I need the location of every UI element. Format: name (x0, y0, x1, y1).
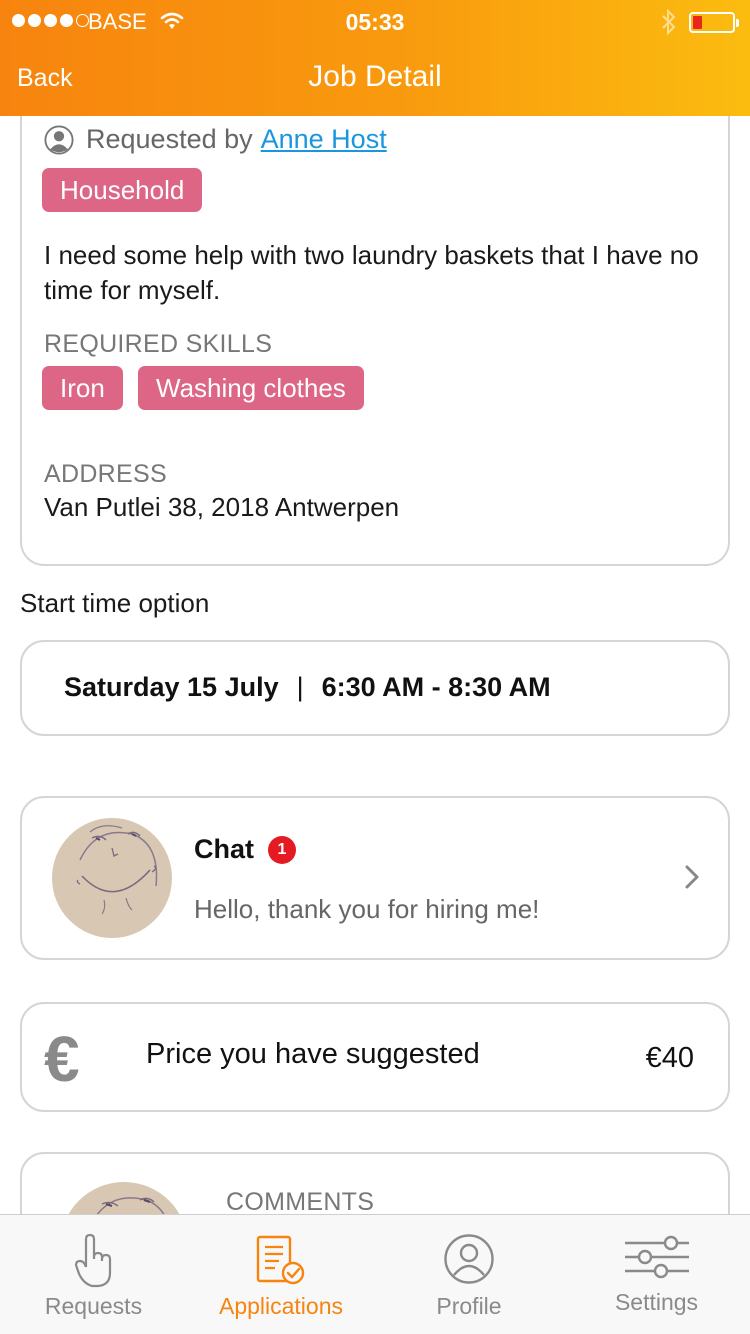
status-bar: BASE 05:33 (0, 8, 750, 36)
chevron-right-icon (685, 865, 699, 889)
tab-profile[interactable]: Profile (375, 1215, 563, 1334)
avatar (52, 818, 172, 938)
tab-label: Requests (44, 1293, 143, 1319)
address-value: Van Putlei 38, 2018 Antwerpen (44, 492, 400, 522)
user-icon (44, 124, 74, 155)
tab-applications[interactable]: Applications (187, 1215, 375, 1334)
bluetooth-icon (662, 9, 676, 35)
start-time-option[interactable]: Saturday 15 July | 6:30 AM - 8:30 AM (20, 640, 730, 736)
price-card: € Price you have suggested €40 (20, 1002, 730, 1112)
tab-label: Applications (218, 1293, 344, 1319)
tab-label: Settings (614, 1289, 699, 1315)
battery-icon (689, 12, 739, 33)
euro-icon: € (44, 1023, 80, 1095)
tab-label: Profile (436, 1293, 502, 1319)
address-label: ADDRESS (44, 460, 167, 488)
start-date: Saturday 15 July (64, 672, 279, 702)
person-circle-icon (444, 1234, 494, 1284)
skill-tag: Iron (42, 366, 123, 410)
tab-bar: Requests Applications Profile Settings (0, 1214, 750, 1334)
price-value: €40 (645, 1042, 694, 1074)
unread-badge: 1 (268, 836, 296, 864)
chat-card[interactable]: Chat 1 Hello, thank you for hiring me! (20, 796, 730, 960)
category-tag: Household (42, 168, 203, 212)
sliders-icon (624, 1235, 689, 1279)
requested-by-row: Requested by Anne Host (44, 124, 387, 155)
tab-requests[interactable]: Requests (0, 1215, 187, 1334)
price-label: Price you have suggested (146, 1038, 480, 1070)
tab-settings[interactable]: Settings (563, 1215, 750, 1334)
document-check-icon (256, 1235, 305, 1285)
required-skills-label: REQUIRED SKILLS (44, 330, 273, 358)
chat-last-message: Hello, thank you for hiring me! (194, 894, 540, 924)
requester-link[interactable]: Anne Host (261, 124, 387, 155)
start-time-text: Saturday 15 July | 6:30 AM - 8:30 AM (64, 672, 551, 703)
requested-by-label: Requested by (86, 124, 253, 154)
status-time: 05:33 (345, 9, 405, 35)
app-header: BASE 05:33 Back Job Detail (0, 0, 750, 116)
comments-label: COMMENTS (226, 1188, 375, 1216)
skill-tag: Washing clothes (138, 366, 364, 410)
hand-pointer-icon (74, 1233, 111, 1288)
page-title: Job Detail (308, 60, 442, 93)
start-time-range: 6:30 AM - 8:30 AM (321, 672, 551, 702)
time-separator: | (296, 672, 304, 702)
start-time-label: Start time option (20, 588, 210, 618)
job-description: I need some help with two laundry basket… (44, 240, 699, 305)
chat-title: Chat (194, 834, 254, 864)
job-details-card: Requested by Anne Host Household I need … (20, 80, 730, 566)
